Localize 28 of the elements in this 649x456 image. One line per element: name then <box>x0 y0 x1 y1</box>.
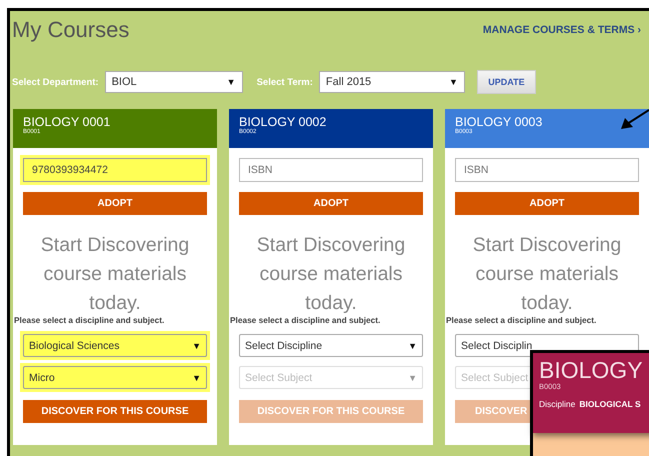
course-title: BIOLOGY 0003 <box>455 115 542 129</box>
adopt-button[interactable]: ADOPT <box>23 192 207 215</box>
prompt-text: Please select a discipline and subject. <box>230 315 382 325</box>
course-title: BIOLOGY 0001 <box>23 115 110 129</box>
discover-heading: Start Discovering course materials today. <box>40 233 190 316</box>
adopt-button[interactable]: ADOPT <box>455 192 639 215</box>
discover-heading: Start Discovering course materials today. <box>472 233 622 316</box>
filter-dropdown[interactable]: BIOL ▼ <box>104 71 243 93</box>
discover-heading: Start Discovering course materials today. <box>256 233 406 316</box>
isbn-field[interactable]: ISBN <box>455 158 639 182</box>
discipline-dropdown[interactable]: Biological Sciences ▼ <box>23 334 207 357</box>
filter-label: Select Term: <box>256 76 313 88</box>
course-title: BIOLOGY 0002 <box>239 115 326 129</box>
prompt-text: Please select a discipline and subject. <box>446 315 598 325</box>
filter-label: Select Department: <box>12 76 99 88</box>
filter-dropdown[interactable]: Fall 2015 ▼ <box>318 71 465 93</box>
adopt-button[interactable]: ADOPT <box>239 192 423 215</box>
discipline-value: BIOLOGICAL S <box>579 399 641 409</box>
discover-button[interactable]: DISCOVER FOR THIS COURSE <box>23 400 207 423</box>
page-title: My Courses <box>12 17 130 43</box>
isbn-field[interactable]: 9780393934472 <box>23 158 207 182</box>
isbn-field[interactable]: ISBN <box>239 158 423 182</box>
discipline-label: Discipline <box>539 399 576 409</box>
prompt-text: Please select a discipline and subject. <box>14 315 166 325</box>
subject-dropdown[interactable]: Micro ▼ <box>23 366 207 389</box>
discipline-dropdown[interactable]: Select Discipline ▼ <box>239 334 423 357</box>
update-button[interactable]: UPDATE <box>476 70 536 94</box>
manage-courses-link[interactable]: MANAGE COURSES & TERMS › <box>482 24 641 36</box>
